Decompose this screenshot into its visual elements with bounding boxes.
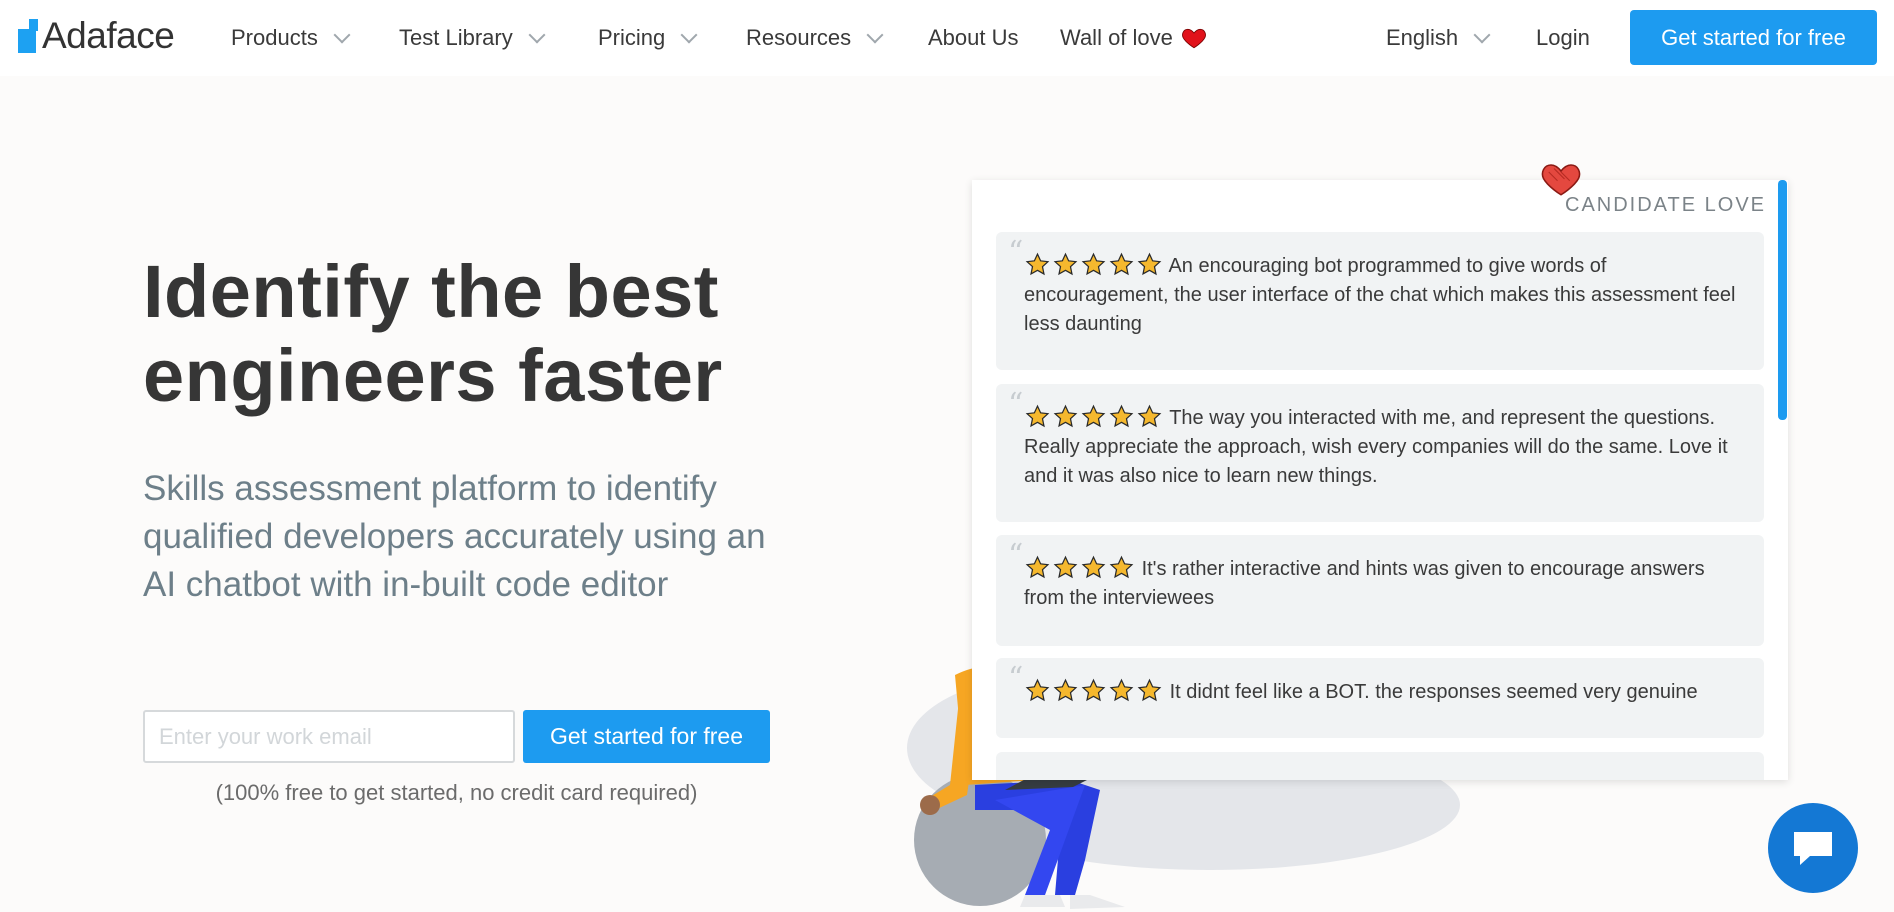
rating-stars-5 <box>1024 404 1169 429</box>
nav-pricing[interactable]: Pricing <box>598 18 698 58</box>
chevron-down-icon <box>333 26 351 44</box>
nav-resources-label: Resources <box>746 25 852 50</box>
adaface-logo[interactable]: Adaface <box>18 10 175 62</box>
nav-wall-of-love[interactable]: Wall of love <box>1060 18 1207 58</box>
nav-wall-of-love-label: Wall of love <box>1060 25 1173 50</box>
star-icon <box>1137 252 1162 276</box>
chevron-down-icon <box>680 26 698 44</box>
star-icon <box>1109 252 1134 276</box>
quote-mark-icon: “ <box>1008 538 1024 573</box>
get-started-button-nav[interactable]: Get started for free <box>1630 10 1877 65</box>
nav-pricing-label: Pricing <box>598 25 666 50</box>
candidate-love-card: CANDIDATE LOVE “ An encouraging bot prog… <box>972 180 1788 780</box>
star-icon <box>1081 252 1106 276</box>
free-note: (100% free to get started, no credit car… <box>215 780 698 805</box>
heart-icon <box>1541 164 1581 196</box>
review-card-5-partial <box>996 752 1764 780</box>
nav-products-label: Products <box>231 25 318 50</box>
star-icon <box>1053 678 1078 702</box>
chat-widget-button[interactable] <box>1768 803 1858 893</box>
star-icon <box>1137 678 1162 702</box>
get-started-button-hero[interactable]: Get started for free <box>523 710 770 763</box>
star-icon <box>1025 555 1050 579</box>
language-label: English <box>1386 25 1459 50</box>
star-icon <box>1109 555 1134 579</box>
nav-about-us[interactable]: About Us <box>928 18 1019 58</box>
review-text: It didnt feel like a BOT. the responses … <box>1169 681 1698 703</box>
top-navbar: Adaface Products Test Library Pricing Re… <box>0 0 1894 76</box>
chat-bubble-icon <box>1794 832 1832 865</box>
star-icon <box>1137 404 1162 428</box>
logo-mark-icon <box>18 19 40 53</box>
review-card-3: “ It's rather interactive and hints was … <box>996 535 1764 646</box>
nav-test-library[interactable]: Test Library <box>399 18 546 58</box>
reviews-scrollbar[interactable] <box>1778 180 1787 420</box>
star-icon <box>1109 678 1134 702</box>
quote-mark-icon: “ <box>1008 235 1024 270</box>
rating-stars-5 <box>1024 678 1170 703</box>
chevron-down-icon <box>866 26 884 44</box>
review-card-4: “ It didnt feel like a BOT. the response… <box>996 658 1764 738</box>
nav-test-library-label: Test Library <box>399 25 513 50</box>
hero-title: Identify the best engineers faster <box>143 250 723 417</box>
login-label: Login <box>1536 25 1590 50</box>
quote-mark-icon: “ <box>1008 387 1024 422</box>
chevron-down-icon <box>1473 26 1491 44</box>
star-icon <box>1053 252 1078 276</box>
star-icon <box>1053 404 1078 428</box>
nav-resources[interactable]: Resources <box>746 18 884 58</box>
star-icon <box>1081 404 1106 428</box>
star-icon <box>1025 678 1050 702</box>
review-card-1: “ An encouraging bot programmed to give … <box>996 232 1764 370</box>
language-selector[interactable]: English <box>1386 18 1491 58</box>
rating-stars-4 <box>1024 555 1142 580</box>
star-icon <box>1109 404 1134 428</box>
logo-text: Adaface <box>42 15 175 56</box>
star-icon <box>1053 555 1078 579</box>
rating-stars-5 <box>1024 252 1168 277</box>
star-icon <box>1081 555 1106 579</box>
work-email-input[interactable] <box>143 710 515 763</box>
login-link[interactable]: Login <box>1536 18 1590 58</box>
nav-products[interactable]: Products <box>231 18 351 58</box>
heart-icon <box>1181 28 1206 49</box>
hero-subtitle: Skills assessment platform to identify q… <box>143 469 766 604</box>
quote-mark-icon: “ <box>1008 661 1024 696</box>
star-icon <box>1025 252 1050 276</box>
chevron-down-icon <box>528 26 546 44</box>
candidate-love-label: CANDIDATE LOVE <box>1565 194 1766 216</box>
nav-about-us-label: About Us <box>928 25 1019 50</box>
star-icon <box>1081 678 1106 702</box>
star-icon <box>1025 404 1050 428</box>
review-card-2: “ The way you interacted with me, and re… <box>996 384 1764 522</box>
